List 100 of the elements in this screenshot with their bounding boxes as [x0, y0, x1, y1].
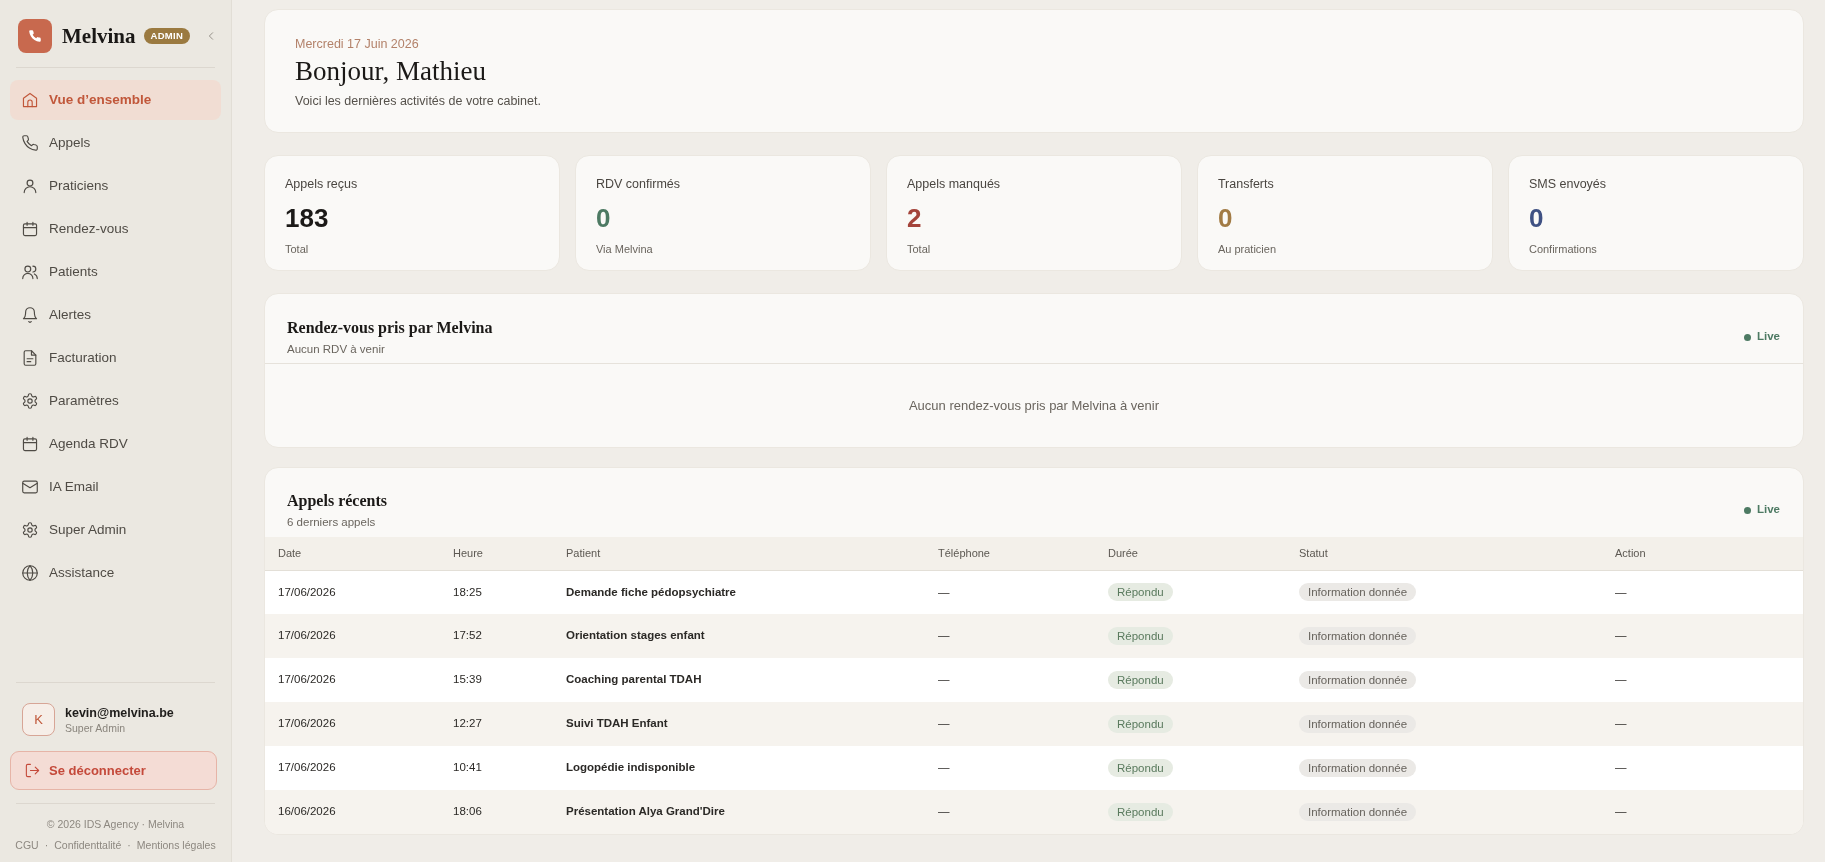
phone-cell: — [925, 746, 1095, 790]
users-icon [22, 264, 38, 280]
gear-icon [22, 522, 38, 538]
brand-name: Melvina [62, 25, 136, 47]
patient-cell: Orientation stages enfant [553, 614, 925, 658]
nav-item[interactable]: Paramètres [10, 381, 221, 421]
column-header: Durée [1095, 537, 1286, 570]
home-icon [22, 92, 38, 108]
date-cell: 17/06/2026 [265, 746, 440, 790]
status-badge: Information donnée [1299, 802, 1417, 821]
patient-cell: Demande fiche pédopsychiatre [553, 570, 925, 614]
stat-label: Appels reçus [285, 176, 359, 193]
date-cell: 17/06/2026 [265, 570, 440, 614]
nav-item[interactable]: Agenda RDV [10, 424, 221, 464]
date-cell: 16/06/2026 [265, 790, 440, 834]
nav-item[interactable]: Praticiens [10, 166, 221, 206]
greeting-title: Bonjour, Mathieu [295, 55, 487, 88]
action-cell: — [1602, 702, 1803, 746]
nav-item[interactable]: IA Email [10, 467, 221, 507]
logout-button[interactable]: Se déconnecter [10, 751, 217, 790]
stat-value: 2 [906, 202, 923, 234]
logout-icon [25, 763, 40, 778]
separator-dot: · [44, 838, 49, 853]
status-badge: Information donnée [1299, 714, 1417, 733]
phone-cell: — [925, 702, 1095, 746]
date-text: Mercredi 17 Juin 2026 [295, 36, 420, 52]
phone-cell: — [925, 658, 1095, 702]
section-title: Appels récents [287, 491, 387, 512]
stat-caption: Au praticien [1217, 242, 1278, 257]
section-title: Rendez-vous pris par Melvina [287, 318, 493, 339]
time-cell: 10:41 [440, 746, 553, 790]
action-cell: — [1602, 614, 1803, 658]
time-cell: 18:06 [440, 790, 553, 834]
patient-cell: Logopédie indisponible [553, 746, 925, 790]
document-icon [22, 350, 38, 366]
action-cell: — [1602, 746, 1803, 790]
answered-badge: Répondu [1108, 583, 1173, 602]
action-cell: — [1602, 570, 1803, 614]
phone-cell: — [925, 570, 1095, 614]
live-dot-icon [1743, 506, 1751, 514]
stat-value: 0 [1217, 202, 1234, 234]
stat-caption: Total [285, 242, 310, 257]
stat-value: 0 [596, 202, 612, 234]
nav-item[interactable]: Rendez-vous [10, 209, 221, 249]
stat-caption: Confirmations [1528, 242, 1598, 257]
live-label: Live [1756, 329, 1780, 345]
answered-badge: Répondu [1108, 802, 1173, 821]
date-cell: 17/06/2026 [265, 614, 440, 658]
live-label: Live [1756, 502, 1780, 518]
stat-value: 183 [285, 202, 330, 234]
phone-cell: — [925, 790, 1095, 834]
nav-item[interactable]: Alertes [10, 295, 221, 335]
patient-cell: Suivi TDAH Enfant [553, 702, 925, 746]
nav-item[interactable]: Appels [10, 123, 221, 163]
greeting-subtitle: Voici les dernières activités de votre cabinet. [295, 93, 542, 110]
calendar-icon [22, 221, 38, 237]
gear-icon [22, 393, 38, 409]
column-header: Heure [440, 537, 553, 570]
stat-label: RDV confirmés [596, 176, 682, 193]
bell-icon [22, 307, 38, 323]
status-badge: Information donnée [1299, 626, 1417, 645]
phone-cell: — [925, 614, 1095, 658]
phone-icon [22, 135, 38, 151]
nav-item[interactable]: Assistance [10, 553, 221, 593]
time-cell: 15:39 [440, 658, 553, 702]
nav-item[interactable]: Super Admin [10, 510, 221, 550]
date-cell: 17/06/2026 [265, 658, 440, 702]
stat-label: Appels manqués [906, 176, 1002, 193]
stat-value: 0 [1528, 202, 1545, 234]
status-badge: Information donnée [1299, 583, 1417, 602]
nav-item[interactable]: Patients [10, 252, 221, 292]
empty-message: Aucun rendez-vous pris par Melvina à venir [907, 396, 1160, 415]
user-email: kevin@melvina.be [65, 704, 174, 721]
time-cell: 18:25 [440, 570, 553, 614]
date-cell: 17/06/2026 [265, 702, 440, 746]
section-subtitle: Aucun RDV à venir [287, 342, 386, 357]
patient-cell: Coaching parental TDAH [553, 658, 925, 702]
separator-dot: · [127, 838, 131, 853]
column-header: Statut [1286, 537, 1602, 570]
stat-caption: Via Melvina [596, 242, 654, 257]
status-badge: Information donnée [1299, 758, 1417, 777]
copyright-text: © 2026 IDS Agency · Melvina [45, 817, 186, 832]
time-cell: 17:52 [440, 614, 553, 658]
answered-badge: Répondu [1108, 626, 1173, 645]
action-cell: — [1602, 658, 1803, 702]
calendar-icon [22, 436, 38, 452]
time-cell: 12:27 [440, 702, 553, 746]
phone-logo-icon [18, 19, 52, 53]
stat-label: Transferts [1217, 176, 1275, 193]
answered-badge: Répondu [1108, 714, 1173, 733]
status-badge: Information donnée [1299, 670, 1417, 689]
column-header: Téléphone [925, 537, 1095, 570]
section-subtitle: 6 derniers appels [287, 515, 377, 530]
nav-item[interactable]: Facturation [10, 338, 221, 378]
admin-badge: ADMIN [143, 27, 191, 45]
column-header: Date [265, 537, 440, 570]
user-avatar: K [22, 703, 55, 736]
answered-badge: Répondu [1108, 758, 1173, 777]
envelope-icon [22, 479, 38, 495]
user-icon [22, 178, 38, 194]
